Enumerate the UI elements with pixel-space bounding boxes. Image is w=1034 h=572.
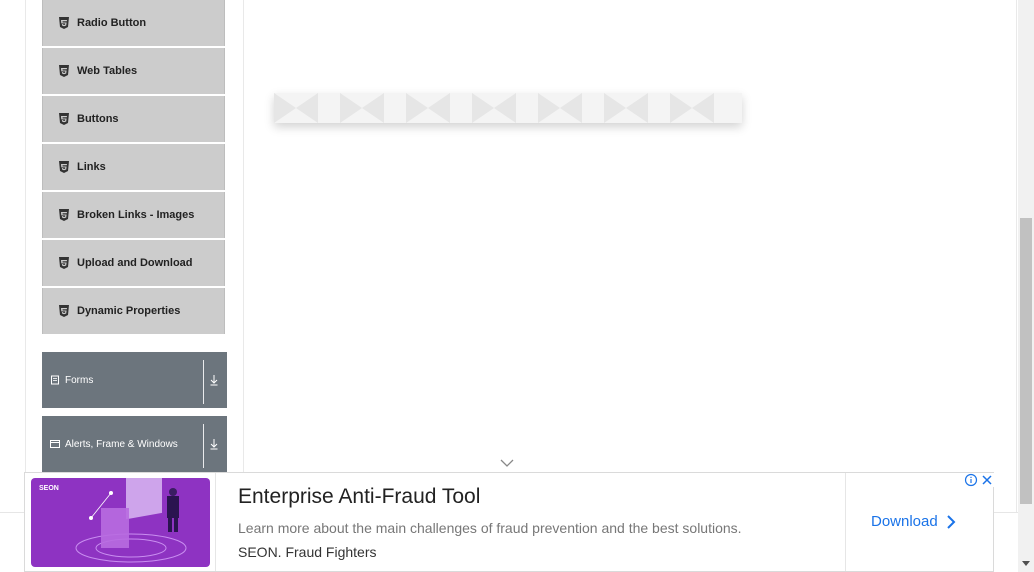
ad-info-icon[interactable]	[964, 473, 978, 487]
html5-icon	[57, 160, 71, 174]
ad-divider	[845, 473, 846, 571]
html5-icon	[57, 208, 71, 222]
banner-pattern	[274, 93, 714, 123]
sidebar-item-label: Radio Button	[77, 17, 147, 29]
group-separator	[203, 424, 204, 468]
scrollbar-thumb[interactable]	[1020, 218, 1032, 504]
group-label: Alerts, Frame & Windows	[65, 438, 178, 450]
sidebar-item-radio-button[interactable]: Radio Button	[42, 0, 225, 46]
scroll-down-arrow-icon[interactable]	[1021, 558, 1031, 568]
sidebar-item-broken-links-images[interactable]: Broken Links - Images	[42, 192, 225, 238]
group-header-forms[interactable]: Forms	[42, 352, 227, 408]
sidebar-item-label: Web Tables	[77, 65, 138, 77]
ad-title[interactable]: Enterprise Anti-Fraud Tool	[238, 485, 480, 509]
sidebar-item-links[interactable]: Links	[42, 144, 225, 190]
group-label: Forms	[65, 374, 94, 386]
download-arrow-icon[interactable]	[208, 436, 220, 452]
sidebar-item-upload-and-download[interactable]: Upload and Download	[42, 240, 225, 286]
sidebar-item-label: Upload and Download	[77, 257, 193, 269]
window-icon	[50, 439, 60, 449]
ad-image[interactable]: SEON	[31, 478, 210, 567]
chevron-right-icon	[947, 514, 956, 529]
group-separator	[203, 360, 204, 404]
chevron-down-icon[interactable]	[500, 458, 514, 468]
sidebar-item-label: Buttons	[77, 113, 119, 125]
ad-divider	[215, 473, 216, 571]
form-icon	[50, 375, 60, 385]
sidebar-item-label: Links	[77, 161, 106, 173]
ad-banner[interactable]: SEON Enterprise Anti-Fraud Tool Learn mo…	[24, 472, 994, 572]
html5-icon	[57, 16, 71, 30]
ad-cta-label: Download	[871, 513, 938, 530]
ad-source: SEON. Fraud Fighters	[238, 544, 377, 560]
download-arrow-icon[interactable]	[208, 372, 220, 388]
sidebar-item-label: Dynamic Properties	[77, 305, 181, 317]
group-header-alerts-frame-windows[interactable]: Alerts, Frame & Windows	[42, 416, 227, 472]
ad-description: Learn more about the main challenges of …	[238, 520, 742, 536]
content-right-border	[1016, 0, 1017, 512]
sidebar-item-dynamic-properties[interactable]: Dynamic Properties	[42, 288, 225, 334]
close-icon[interactable]	[980, 473, 994, 487]
ad-illustration	[75, 478, 187, 563]
sidebar-item-buttons[interactable]: Buttons	[42, 96, 225, 142]
sidebar-item-web-tables[interactable]: Web Tables	[42, 48, 225, 94]
sidebar-item-label: Broken Links - Images	[77, 209, 195, 221]
html5-icon	[57, 64, 71, 78]
ad-download-button[interactable]: Download	[871, 513, 956, 530]
elements-menu-list: Radio Button Web Tables Buttons Links Br…	[42, 0, 225, 336]
html5-icon	[57, 112, 71, 126]
banner-placeholder	[274, 93, 742, 123]
html5-icon	[57, 304, 71, 318]
html5-icon	[57, 256, 71, 270]
